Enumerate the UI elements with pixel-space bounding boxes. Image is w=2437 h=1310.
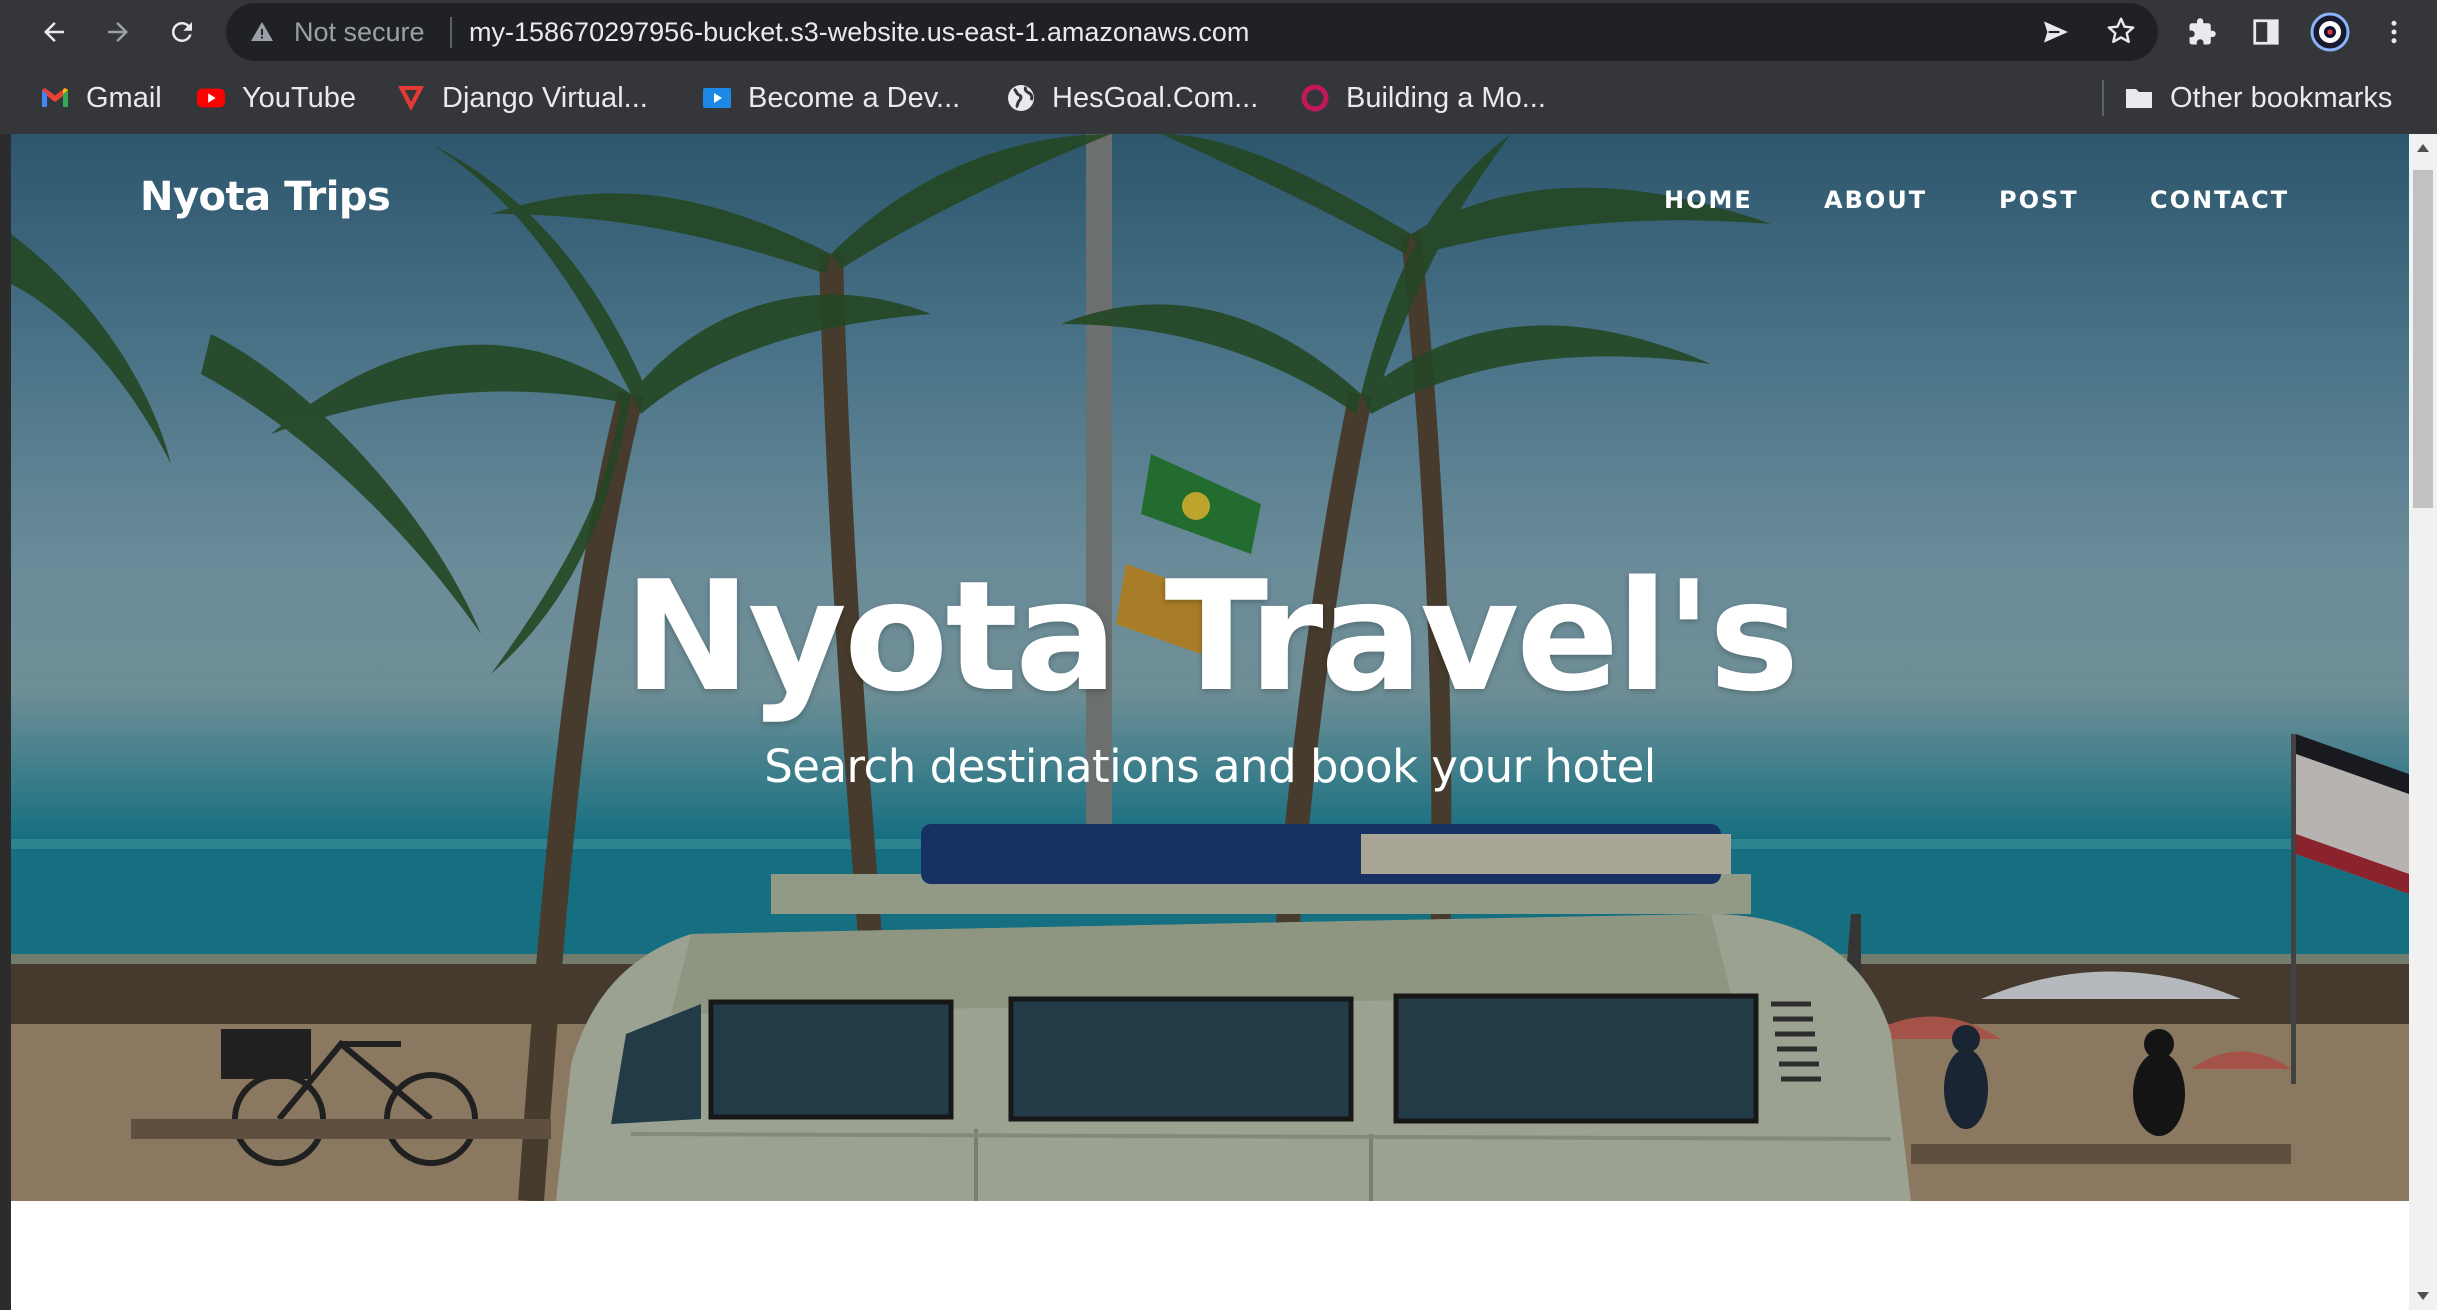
django-icon (396, 83, 426, 113)
bookmark-hesgoal[interactable]: HesGoal.Com... (1006, 78, 1258, 118)
bookmarks-divider (2102, 80, 2104, 116)
address-bar[interactable]: Not secure my-158670297956-bucket.s3-web… (226, 3, 2158, 61)
video-icon (702, 83, 732, 113)
bookmark-youtube[interactable]: YouTube (196, 78, 356, 118)
browser-chrome: Not secure my-158670297956-bucket.s3-web… (0, 0, 2437, 134)
nav-about[interactable]: ABOUT (1824, 186, 1927, 214)
url-text[interactable]: my-158670297956-bucket.s3-website.us-eas… (469, 17, 1249, 48)
extensions-button[interactable] (2178, 8, 2226, 56)
bookmark-become-a-dev[interactable]: Become a Dev... (702, 78, 960, 118)
other-bookmarks[interactable]: Other bookmarks (2124, 78, 2392, 118)
browser-toolbar: Not secure my-158670297956-bucket.s3-web… (0, 0, 2437, 64)
scrollbar-thumb[interactable] (2413, 170, 2433, 508)
extensions-icon (2189, 18, 2216, 45)
send-icon[interactable] (2040, 16, 2072, 48)
nav-contact[interactable]: CONTACT (2150, 186, 2289, 214)
bookmark-django[interactable]: Django Virtual... (396, 78, 648, 118)
globe-icon (1006, 83, 1036, 113)
back-button[interactable] (30, 8, 78, 56)
other-bookmarks-label: Other bookmarks (2170, 81, 2393, 114)
address-bar-divider (450, 17, 452, 48)
hero-title: Nyota Travel's (623, 548, 1800, 725)
folder-icon (2124, 83, 2154, 113)
forward-button[interactable] (94, 8, 142, 56)
bookmark-label: YouTube (242, 81, 356, 114)
bookmark-label: Django Virtual... (442, 81, 648, 114)
menu-button[interactable] (2370, 8, 2418, 56)
bookmark-label: Gmail (86, 81, 162, 114)
ring-icon (1300, 83, 1330, 113)
bookmark-building-a-mo[interactable]: Building a Mo... (1300, 78, 1546, 118)
nav-home[interactable]: HOME (1664, 186, 1753, 214)
site-brand[interactable]: Nyota Trips (140, 174, 391, 220)
youtube-icon (196, 83, 226, 113)
scroll-up-arrow-icon[interactable] (2415, 142, 2431, 154)
bookmarks-bar: Gmail YouTube Django Virtual... Become a… (0, 64, 2437, 134)
star-icon[interactable] (2105, 15, 2137, 47)
reload-icon (171, 21, 192, 42)
warning-icon[interactable] (250, 20, 274, 44)
side-panel-button[interactable] (2242, 8, 2290, 56)
reload-button[interactable] (158, 8, 206, 56)
nav-post[interactable]: POST (1999, 186, 2079, 214)
hero-section: Nyota Trips HOME ABOUT POST CONTACT Nyot… (11, 134, 2409, 1201)
desktop-edge (0, 134, 11, 1310)
back-icon (44, 22, 64, 42)
profile-icon (2310, 12, 2350, 52)
bookmark-label: Building a Mo... (1346, 81, 1546, 114)
page-scrollbar[interactable] (2409, 134, 2437, 1310)
bookmark-label: Become a Dev... (748, 81, 961, 114)
menu-icon (2391, 20, 2397, 44)
gmail-icon (40, 83, 70, 113)
scroll-down-arrow-icon[interactable] (2415, 1290, 2431, 1302)
forward-icon (108, 22, 128, 42)
hero-subtitle: Search destinations and book your hotel (764, 740, 1656, 793)
page-viewport: Nyota Trips HOME ABOUT POST CONTACT Nyot… (11, 134, 2409, 1310)
profile-button[interactable] (2306, 8, 2354, 56)
security-label[interactable]: Not secure (294, 17, 425, 48)
side-panel-icon (2253, 19, 2279, 45)
bookmark-gmail[interactable]: Gmail (40, 78, 162, 118)
bookmark-label: HesGoal.Com... (1052, 81, 1259, 114)
